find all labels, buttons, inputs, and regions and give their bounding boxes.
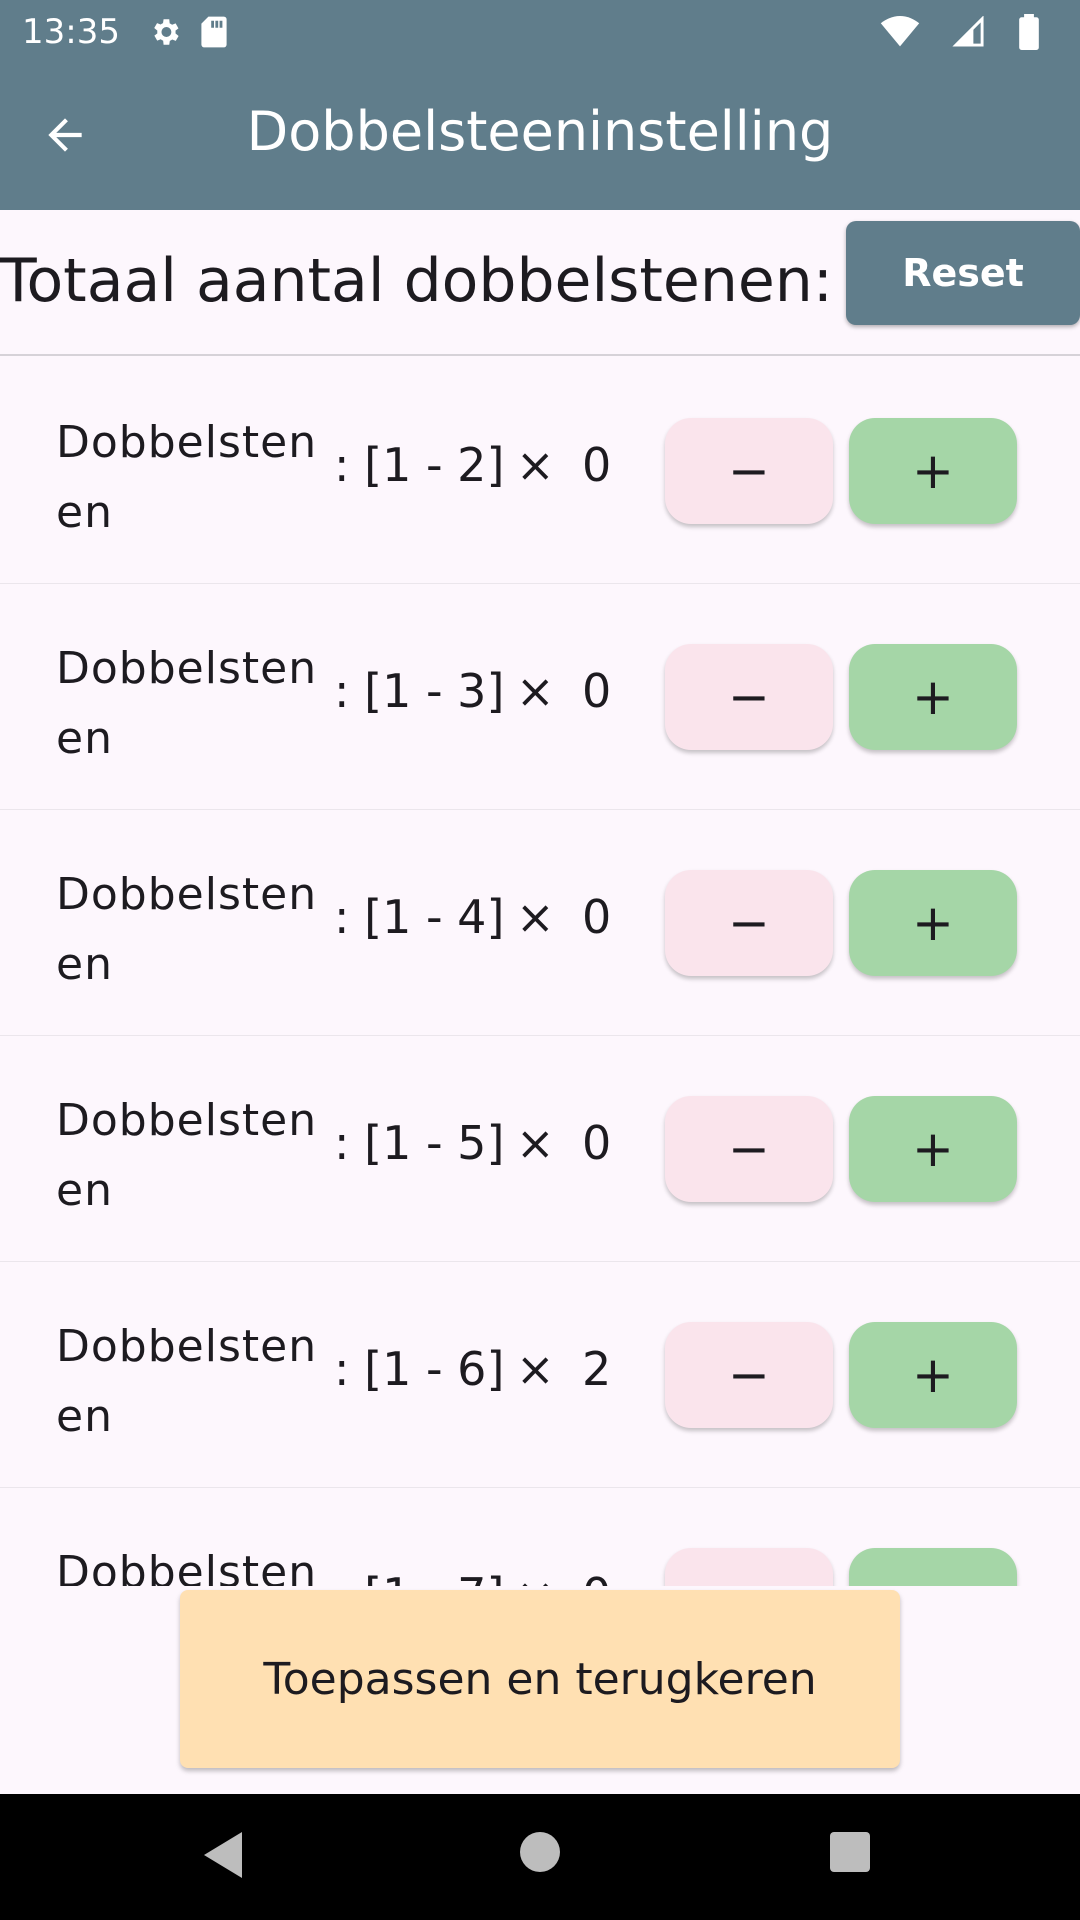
dice-row: Dobbelsten en : [1 - 5] × 0 − +	[0, 1036, 1080, 1262]
page-title: Dobbelsteeninstelling	[246, 100, 834, 163]
minus-icon: −	[728, 442, 770, 500]
minus-icon: −	[728, 1572, 770, 1586]
dice-name: Dobbelsten en	[56, 634, 316, 774]
times-symbol: ×	[516, 438, 555, 492]
dice-count: 2	[582, 1342, 612, 1396]
minus-icon: −	[728, 1346, 770, 1404]
plus-icon: +	[912, 1120, 954, 1178]
status-time: 13:35	[22, 12, 120, 52]
times-symbol: ×	[516, 890, 555, 944]
dice-count: 0	[582, 664, 612, 718]
app-bar: Dobbelsteeninstelling	[0, 64, 1080, 210]
dice-count: 0	[582, 438, 612, 492]
dice-range: : [1 - 2]	[334, 438, 505, 492]
dice-range: : [1 - 6]	[334, 1342, 505, 1396]
dice-name-line2: en	[56, 1165, 113, 1216]
dice-row: Dobbelsten en : [1 - 4] × 0 − +	[0, 810, 1080, 1036]
dice-range: : [1 - 3]	[334, 664, 505, 718]
increment-button[interactable]: +	[849, 644, 1017, 750]
settings-icon	[148, 15, 182, 49]
system-nav-bar	[0, 1794, 1080, 1920]
dice-name-line2: en	[56, 939, 113, 990]
signal-icon	[952, 16, 986, 48]
status-bar: 13:35	[0, 0, 1080, 64]
dice-list[interactable]: Dobbelsten en : [1 - 2] × 0 − + Dobbelst…	[0, 358, 1080, 1586]
sd-card-icon	[200, 15, 228, 49]
decrement-button[interactable]: −	[665, 1322, 833, 1428]
dice-count: 0	[582, 1568, 611, 1586]
dice-name: Dobbelsten en	[56, 860, 316, 1000]
dice-name-line1: Dobbelsten	[56, 1095, 318, 1146]
dice-name: Dobbelsten en	[56, 1312, 316, 1452]
dice-range: : [1 - 4]	[334, 890, 505, 944]
apply-and-return-button[interactable]: Toepassen en terugkeren	[180, 1590, 900, 1768]
dice-range: : [1 - 5]	[334, 1116, 505, 1170]
minus-icon: −	[728, 1120, 770, 1178]
times-symbol: ×	[516, 1116, 555, 1170]
increment-button[interactable]: +	[849, 870, 1017, 976]
dice-name-line1: Dobbelsten	[56, 643, 318, 694]
dice-row: Dobbelsten en : [1 - 6] × 2 − +	[0, 1262, 1080, 1488]
plus-icon: +	[912, 442, 954, 500]
increment-button[interactable]: +	[849, 418, 1017, 524]
total-dice-label: Totaal aantal dobbelstenen: 2	[0, 246, 891, 316]
reset-button[interactable]: Reset	[846, 221, 1080, 325]
nav-recents-icon[interactable]	[830, 1832, 870, 1876]
dice-row: Dobbelsten en : [1 - 2] × 0 − +	[0, 358, 1080, 584]
battery-icon	[1018, 14, 1040, 50]
times-symbol: ×	[516, 664, 555, 718]
dice-name-line2: en	[56, 487, 113, 538]
minus-icon: −	[728, 894, 770, 952]
times-symbol: ×	[516, 1568, 555, 1586]
dice-name-line2: en	[56, 1391, 113, 1442]
minus-icon: −	[728, 668, 770, 726]
increment-button[interactable]: +	[849, 1548, 1017, 1586]
total-header: Totaal aantal dobbelstenen: 2 Reset	[0, 210, 1080, 356]
decrement-button[interactable]: −	[665, 1548, 833, 1586]
dice-range: : [1 - 7]	[334, 1568, 504, 1586]
wifi-icon	[880, 16, 920, 48]
plus-icon: +	[912, 1346, 954, 1404]
nav-home-icon[interactable]	[520, 1832, 560, 1876]
nav-back-icon[interactable]	[204, 1832, 244, 1882]
plus-icon: +	[912, 894, 954, 952]
dice-row: Dobbelsten en : [1 - 3] × 0 − +	[0, 584, 1080, 810]
dice-count: 0	[582, 890, 612, 944]
dice-name-line1: Dobbelsten	[56, 417, 318, 468]
dice-row: Dobbelsten en : [1 - 7] × 0 − +	[0, 1488, 1080, 1586]
decrement-button[interactable]: −	[665, 644, 833, 750]
dice-name: Dobbelsten en	[56, 408, 316, 548]
decrement-button[interactable]: −	[665, 870, 833, 976]
decrement-button[interactable]: −	[665, 418, 833, 524]
dice-name-line1: Dobbelsten	[56, 1547, 318, 1586]
dice-name: Dobbelsten en	[56, 1086, 316, 1226]
times-symbol: ×	[516, 1342, 555, 1396]
dice-name-line1: Dobbelsten	[56, 869, 318, 920]
dice-name-line2: en	[56, 713, 113, 764]
increment-button[interactable]: +	[849, 1096, 1017, 1202]
plus-icon: +	[912, 1572, 954, 1586]
increment-button[interactable]: +	[849, 1322, 1017, 1428]
dice-name-line1: Dobbelsten	[56, 1321, 318, 1372]
plus-icon: +	[912, 668, 954, 726]
dice-count: 0	[582, 1116, 612, 1170]
decrement-button[interactable]: −	[665, 1096, 833, 1202]
dice-name: Dobbelsten en	[56, 1538, 316, 1586]
